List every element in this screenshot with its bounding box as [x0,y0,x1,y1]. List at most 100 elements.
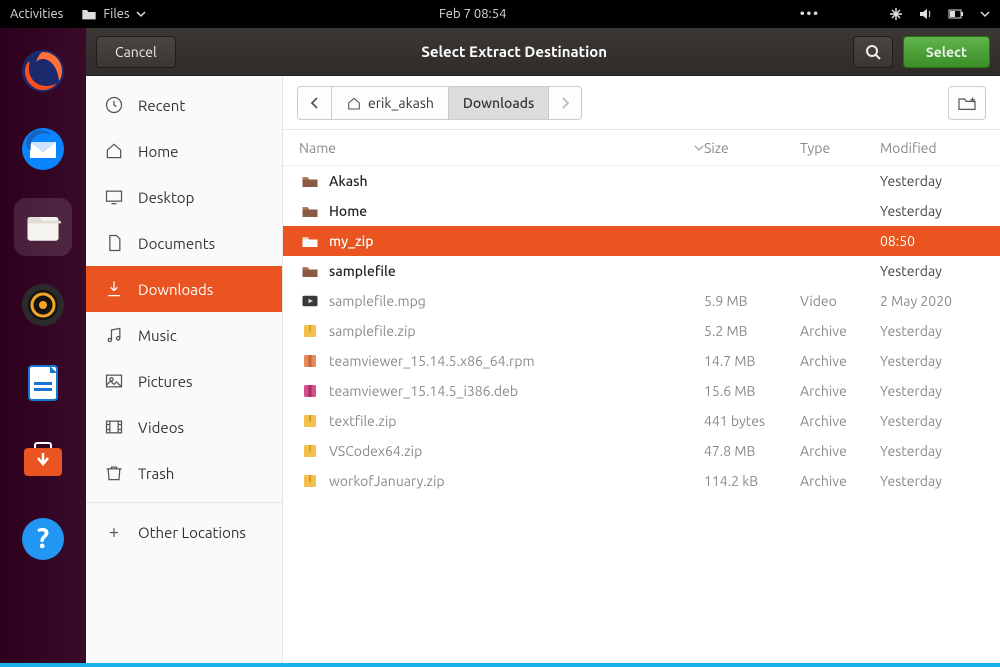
sidebar-item-trash[interactable]: Trash [86,450,282,496]
dialog-title: Select Extract Destination [186,43,843,60]
file-row[interactable]: samplefile.zip 5.2 MB Archive Yesterday [283,316,1000,346]
file-name: samplefile.mpg [329,293,704,309]
file-modified: 08:50 [880,233,984,249]
column-headers: Name Size Type Modified [283,130,1000,166]
select-button[interactable]: Select [903,36,990,68]
column-header-label: Name [299,140,336,156]
file-list-pane: erik_akash Downloads Name [283,76,1000,663]
file-modified: Yesterday [880,173,984,189]
sidebar-item-label: Other Locations [138,524,246,541]
dock-app-thunderbird[interactable] [14,120,72,178]
sidebar-item-documents[interactable]: Documents [86,220,282,266]
cancel-button[interactable]: Cancel [96,36,176,68]
file-type: Archive [800,473,880,489]
new-folder-button[interactable] [948,86,986,120]
column-header-name[interactable]: Name [299,140,704,156]
clock[interactable]: Feb 7 08:54 [146,7,800,21]
sidebar-item-music[interactable]: Music [86,312,282,358]
dock-app-help[interactable]: ? [14,510,72,568]
sidebar-item-pictures[interactable]: Pictures [86,358,282,404]
chevron-down-icon [136,9,146,19]
dock-app-libreoffice[interactable] [14,354,72,412]
sidebar-item-desktop[interactable]: Desktop [86,174,282,220]
activities-button[interactable]: Activities [10,7,63,21]
file-row[interactable]: teamviewer_15.14.5.x86_64.rpm 14.7 MB Ar… [283,346,1000,376]
chevron-right-icon [560,97,570,109]
files-app-menu-label: Files [103,7,129,21]
clock-icon [104,95,124,115]
appindicator-icon[interactable]: ••• [800,7,820,21]
sidebar-item-label: Music [138,327,177,344]
sidebar-item-other-locations[interactable]: + Other Locations [86,509,282,555]
system-top-bar: Activities Files Feb 7 08:54 ••• [0,0,1000,28]
files-app-menu[interactable]: Files [81,7,145,21]
search-button[interactable] [853,36,893,68]
sidebar-item-recent[interactable]: Recent [86,82,282,128]
file-icon [299,443,321,459]
file-size: 5.2 MB [704,323,800,339]
file-name: textfile.zip [329,413,704,429]
documents-icon [104,233,124,253]
sidebar-item-label: Videos [138,419,184,436]
sidebar-item-downloads[interactable]: Downloads [86,266,282,312]
file-size: 14.7 MB [704,353,800,369]
path-back-button[interactable] [297,86,331,120]
file-row[interactable]: Akash Yesterday [283,166,1000,196]
trash-icon [104,463,124,483]
dock: ? [0,28,86,663]
sidebar-item-videos[interactable]: Videos [86,404,282,450]
desktop-icon [104,187,124,207]
file-modified: Yesterday [880,473,984,489]
battery-icon[interactable] [948,7,966,21]
window-border [0,663,1000,667]
file-row[interactable]: teamviewer_15.14.5_i386.deb 15.6 MB Arch… [283,376,1000,406]
file-row[interactable]: Home Yesterday [283,196,1000,226]
file-name: workofJanuary.zip [329,473,704,489]
file-icon [299,233,321,249]
music-icon [104,325,124,345]
sidebar-item-home[interactable]: Home [86,128,282,174]
file-icon [299,323,321,339]
places-sidebar: Recent Home Desktop Documents Downloads [86,76,283,663]
path-forward-button[interactable] [548,86,582,120]
column-header-modified[interactable]: Modified [880,140,984,156]
file-modified: Yesterday [880,203,984,219]
file-row[interactable]: textfile.zip 441 bytes Archive Yesterday [283,406,1000,436]
file-name: samplefile.zip [329,323,704,339]
file-row[interactable]: VSCodex64.zip 47.8 MB Archive Yesterday [283,436,1000,466]
path-segment-label: Downloads [463,95,534,111]
path-segment-current[interactable]: Downloads [448,86,548,120]
file-type: Video [800,293,880,309]
file-size: 47.8 MB [704,443,800,459]
file-row[interactable]: samplefile.mpg 5.9 MB Video 2 May 2020 [283,286,1000,316]
column-header-type[interactable]: Type [800,140,880,156]
network-icon[interactable] [888,6,904,22]
file-row[interactable]: workofJanuary.zip 114.2 kB Archive Yeste… [283,466,1000,496]
pictures-icon [104,371,124,391]
file-modified: Yesterday [880,353,984,369]
chevron-left-icon [310,97,320,109]
downloads-icon [104,279,124,299]
chevron-down-icon[interactable] [980,9,990,19]
dialog-headerbar: Cancel Select Extract Destination Select [86,28,1000,76]
file-icon [299,353,321,369]
videos-icon [104,417,124,437]
svg-text:?: ? [37,523,49,554]
dock-app-firefox[interactable] [14,42,72,100]
file-row[interactable]: samplefile Yesterday [283,256,1000,286]
file-modified: Yesterday [880,263,984,279]
file-size: 15.6 MB [704,383,800,399]
file-type: Archive [800,353,880,369]
sidebar-item-label: Downloads [138,281,213,298]
file-list[interactable]: Akash Yesterday Home Yesterday my_zip 08… [283,166,1000,663]
column-header-size[interactable]: Size [704,140,800,156]
file-icon [299,173,321,189]
dock-app-rhythmbox[interactable] [14,276,72,334]
dock-app-software[interactable] [14,432,72,490]
dock-app-files[interactable] [14,198,72,256]
file-name: Home [329,203,704,219]
path-segment-home[interactable]: erik_akash [331,86,448,120]
file-row[interactable]: my_zip 08:50 [283,226,1000,256]
file-icon [299,473,321,489]
volume-icon[interactable] [918,6,934,22]
